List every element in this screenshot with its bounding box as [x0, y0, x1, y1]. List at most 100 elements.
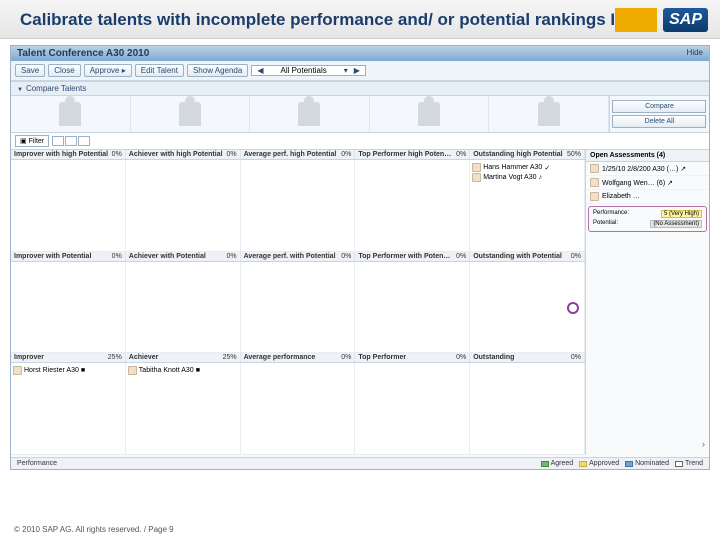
footer-bar: Performance Agreed Approved Nominated Tr…: [11, 457, 709, 469]
grid-cell[interactable]: Horst Riester A30■: [11, 363, 126, 455]
grid-header: Outstanding high Potential50%: [470, 150, 585, 159]
nav-current-label: All Potentials: [266, 66, 340, 75]
app-title-text: Talent Conference A30 2010: [17, 48, 149, 59]
assessment-item[interactable]: Elizabeth …: [586, 190, 709, 204]
swatch-icon: [579, 461, 587, 467]
grid-cell[interactable]: Hans Hammer A30✓ Martina Vogt A30♪: [470, 160, 585, 252]
filter-button[interactable]: ▣ Filter: [15, 135, 49, 147]
compare-slot[interactable]: [131, 96, 251, 132]
grid-cell[interactable]: [241, 363, 356, 455]
grid-cell[interactable]: Tabitha Knott A30■: [126, 363, 241, 455]
save-button[interactable]: Save: [15, 64, 45, 77]
grid-header: Average perf. high Potential0%: [241, 150, 356, 159]
grid-header: Average perf. with Potential0%: [241, 252, 356, 261]
compare-section-label: Compare Talents: [26, 84, 86, 93]
brand-block: SAP: [615, 8, 708, 32]
grid-cell[interactable]: [11, 160, 126, 252]
avatar-icon: [13, 366, 22, 375]
app-frame: Talent Conference A30 2010 Hide Save Clo…: [10, 45, 710, 470]
show-agenda-button[interactable]: Show Agenda: [187, 64, 248, 77]
grid-header-row-1: Improver with high Potential0% Achiever …: [11, 150, 585, 160]
compare-slot[interactable]: [489, 96, 609, 132]
gold-accent: [615, 8, 657, 32]
avatar-icon: [472, 173, 481, 182]
nav-prev-icon[interactable]: ◀: [254, 66, 266, 75]
nav-dropdown-icon[interactable]: ▾: [341, 66, 351, 75]
collapse-panel-icon[interactable]: ›: [702, 439, 705, 449]
compare-slot[interactable]: [11, 96, 131, 132]
assessment-item[interactable]: 1/25/10 2/8/200 A30 (…) ↗: [586, 162, 709, 176]
talent-chip[interactable]: Tabitha Knott A30■: [128, 366, 238, 375]
grid-cell[interactable]: [126, 262, 241, 354]
person-icon: [179, 102, 201, 126]
sap-logo: SAP: [663, 8, 708, 32]
hide-link[interactable]: Hide: [687, 48, 703, 59]
edit-talent-button[interactable]: Edit Talent: [135, 64, 184, 77]
approve-button[interactable]: Approve ▸: [84, 64, 132, 77]
app-titlebar: Talent Conference A30 2010 Hide: [11, 46, 709, 61]
grid-area: Improver with high Potential0% Achiever …: [11, 150, 709, 455]
axis-label: Performance: [17, 460, 57, 467]
filter-bar: ▣ Filter: [11, 133, 709, 150]
avatar-icon: [472, 163, 481, 172]
grid-cell[interactable]: [470, 363, 585, 455]
person-icon: [59, 102, 81, 126]
grid-header: Achiever with Potential0%: [126, 252, 241, 261]
assessment-tooltip: Performance:5 (Very High) Potential:(No …: [588, 206, 707, 232]
avatar-icon: [128, 366, 137, 375]
grid-body-row-2: [11, 262, 585, 354]
talent-chip[interactable]: Horst Riester A30■: [13, 366, 123, 375]
grid-header: Achiever25%: [126, 353, 241, 362]
grid-header: Improver25%: [11, 353, 126, 362]
compare-section-header[interactable]: ▼Compare Talents: [11, 81, 709, 96]
grid-header: Improver with high Potential0%: [11, 150, 126, 159]
grid-header: Outstanding0%: [470, 353, 585, 362]
swatch-icon: [675, 461, 683, 467]
assessment-item[interactable]: Wolfgang Wen… (6) ↗: [586, 176, 709, 190]
delete-all-button[interactable]: Delete All: [612, 115, 706, 128]
grid-header-row-3: Improver25% Achiever25% Average performa…: [11, 353, 585, 363]
close-button[interactable]: Close: [48, 64, 80, 77]
view-list-icon[interactable]: [65, 136, 77, 146]
slide-title: Calibrate talents with incomplete perfor…: [20, 10, 700, 30]
assessments-panel: Open Assessments (4) 1/25/10 2/8/200 A30…: [585, 150, 709, 455]
slide-footer: © 2010 SAP AG. All rights reserved. / Pa…: [14, 525, 174, 534]
legend-approved: Approved: [579, 460, 619, 467]
grid-header-row-2: Improver with Potential0% Achiever with …: [11, 252, 585, 262]
collapse-icon: ▼: [17, 87, 23, 93]
performance-badge: 5 (Very High): [661, 210, 702, 218]
grid-header: Outstanding with Potential0%: [470, 252, 585, 261]
slide-header: Calibrate talents with incomplete perfor…: [0, 0, 720, 39]
compare-button[interactable]: Compare: [612, 100, 706, 113]
avatar-icon: [590, 192, 599, 201]
compare-slot[interactable]: [250, 96, 370, 132]
grid-header: Top Performer with Poten…0%: [355, 252, 470, 261]
person-icon: [418, 102, 440, 126]
talent-chip[interactable]: Martina Vogt A30♪: [472, 173, 582, 182]
grid-cell[interactable]: [355, 160, 470, 252]
grid-cell[interactable]: [241, 262, 356, 354]
swatch-icon: [541, 461, 549, 467]
grid-header: Improver with Potential0%: [11, 252, 126, 261]
nav-box: ◀ All Potentials ▾ ▶: [251, 65, 366, 76]
legend: Agreed Approved Nominated Trend: [541, 460, 703, 467]
nav-next-icon[interactable]: ▶: [351, 66, 363, 75]
grid-cell[interactable]: [241, 160, 356, 252]
grid-header: Average performance0%: [241, 353, 356, 362]
toolbar: Save Close Approve ▸ Edit Talent Show Ag…: [11, 61, 709, 81]
legend-agreed: Agreed: [541, 460, 574, 467]
view-grid-icon[interactable]: [52, 136, 64, 146]
legend-trend: Trend: [675, 460, 703, 467]
grid-main: Improver with high Potential0% Achiever …: [11, 150, 585, 455]
highlight-circle-icon: [567, 302, 579, 314]
grid-cell[interactable]: [11, 262, 126, 354]
talent-chip[interactable]: Hans Hammer A30✓: [472, 163, 582, 172]
grid-header: Achiever with high Potential0%: [126, 150, 241, 159]
grid-cell[interactable]: [355, 363, 470, 455]
avatar-icon: [590, 164, 599, 173]
grid-cell[interactable]: [355, 262, 470, 354]
view-card-icon[interactable]: [78, 136, 90, 146]
compare-slot[interactable]: [370, 96, 490, 132]
person-icon: [298, 102, 320, 126]
grid-cell[interactable]: [126, 160, 241, 252]
